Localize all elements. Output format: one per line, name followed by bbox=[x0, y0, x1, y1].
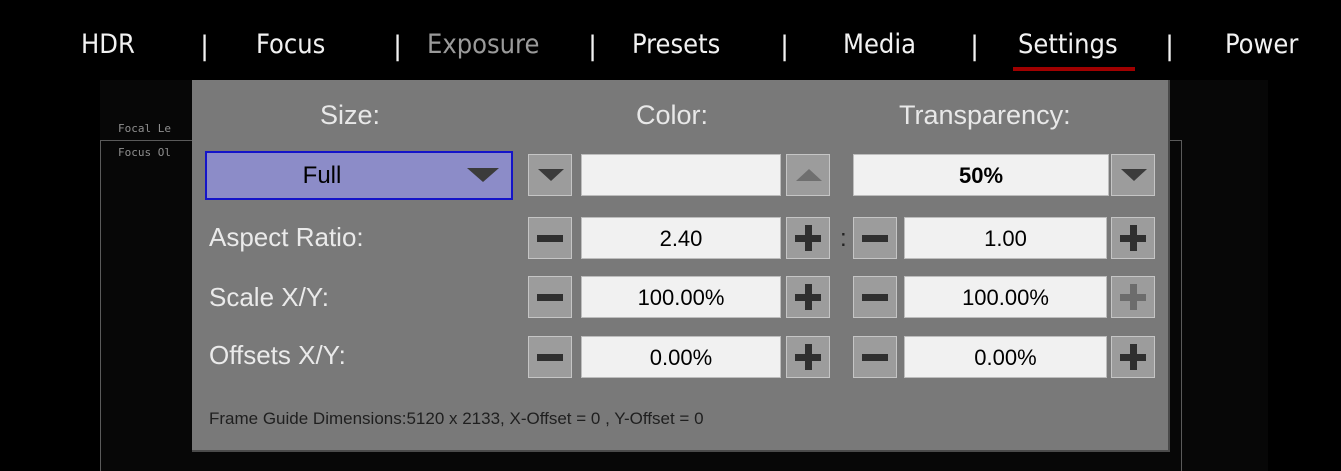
aspect-y-decrement-button[interactable] bbox=[853, 217, 897, 259]
color-next-button[interactable] bbox=[786, 154, 830, 196]
top-nav-bar: HDR | Focus | Exposure | Presets | Media… bbox=[0, 0, 1341, 80]
focus-label: Focus Ol bbox=[118, 146, 171, 159]
aspect-x-field[interactable]: 2.40 bbox=[581, 217, 781, 259]
focal-length-label: Focal Le bbox=[118, 122, 171, 135]
nav-separator: | bbox=[200, 31, 210, 62]
scale-y-field[interactable]: 100.00% bbox=[904, 276, 1107, 318]
aspect-ratio-separator: : bbox=[840, 225, 847, 252]
offset-y-field[interactable]: 0.00% bbox=[904, 336, 1107, 378]
offset-x-decrement-button[interactable] bbox=[528, 336, 572, 378]
scale-label: Scale X/Y: bbox=[209, 282, 329, 312]
frame-guide-dimensions-text: Frame Guide Dimensions:5120 x 2133, X-Of… bbox=[209, 409, 704, 428]
active-tab-indicator bbox=[1013, 67, 1135, 71]
dropdown-arrow-icon bbox=[467, 168, 499, 182]
tab-hdr[interactable]: HDR bbox=[81, 28, 135, 62]
aspect-ratio-label: Aspect Ratio: bbox=[209, 222, 364, 252]
offsets-label: Offsets X/Y: bbox=[209, 340, 346, 370]
transparency-field[interactable]: 50% bbox=[853, 154, 1109, 196]
offset-x-field[interactable]: 0.00% bbox=[581, 336, 781, 378]
tab-power[interactable]: Power bbox=[1225, 28, 1298, 62]
size-header: Size: bbox=[320, 100, 381, 130]
nav-separator: | bbox=[393, 31, 403, 62]
offset-x-increment-button[interactable] bbox=[786, 336, 830, 378]
nav-separator: | bbox=[780, 31, 790, 62]
nav-separator: | bbox=[1165, 31, 1175, 62]
tab-settings[interactable]: Settings bbox=[1018, 28, 1118, 62]
tab-exposure: Exposure bbox=[427, 29, 540, 60]
frame-guide-dialog bbox=[192, 80, 1170, 452]
scale-x-decrement-button[interactable] bbox=[528, 276, 572, 318]
scale-x-field[interactable]: 100.00% bbox=[581, 276, 781, 318]
aspect-x-decrement-button[interactable] bbox=[528, 217, 572, 259]
nav-separator: | bbox=[588, 31, 598, 62]
tab-presets[interactable]: Presets bbox=[632, 28, 720, 62]
size-dropdown-value: Full bbox=[302, 162, 342, 189]
tab-focus[interactable]: Focus bbox=[256, 28, 325, 62]
nav-separator: | bbox=[970, 31, 980, 62]
offset-y-decrement-button[interactable] bbox=[853, 336, 897, 378]
aspect-y-field[interactable]: 1.00 bbox=[904, 217, 1107, 259]
transparency-header: Transparency: bbox=[899, 100, 1071, 130]
transparency-dropdown-button[interactable] bbox=[1111, 154, 1155, 196]
tab-media[interactable]: Media bbox=[843, 28, 916, 62]
aspect-x-increment-button[interactable] bbox=[786, 217, 830, 259]
size-dropdown[interactable]: Full bbox=[205, 151, 513, 200]
scale-y-increment-button[interactable] bbox=[1111, 276, 1155, 318]
color-header: Color: bbox=[636, 100, 709, 130]
scale-y-decrement-button[interactable] bbox=[853, 276, 897, 318]
offset-y-increment-button[interactable] bbox=[1111, 336, 1155, 378]
color-field[interactable] bbox=[581, 154, 781, 196]
aspect-y-increment-button[interactable] bbox=[1111, 217, 1155, 259]
scale-x-increment-button[interactable] bbox=[786, 276, 830, 318]
color-prev-button[interactable] bbox=[528, 154, 572, 196]
